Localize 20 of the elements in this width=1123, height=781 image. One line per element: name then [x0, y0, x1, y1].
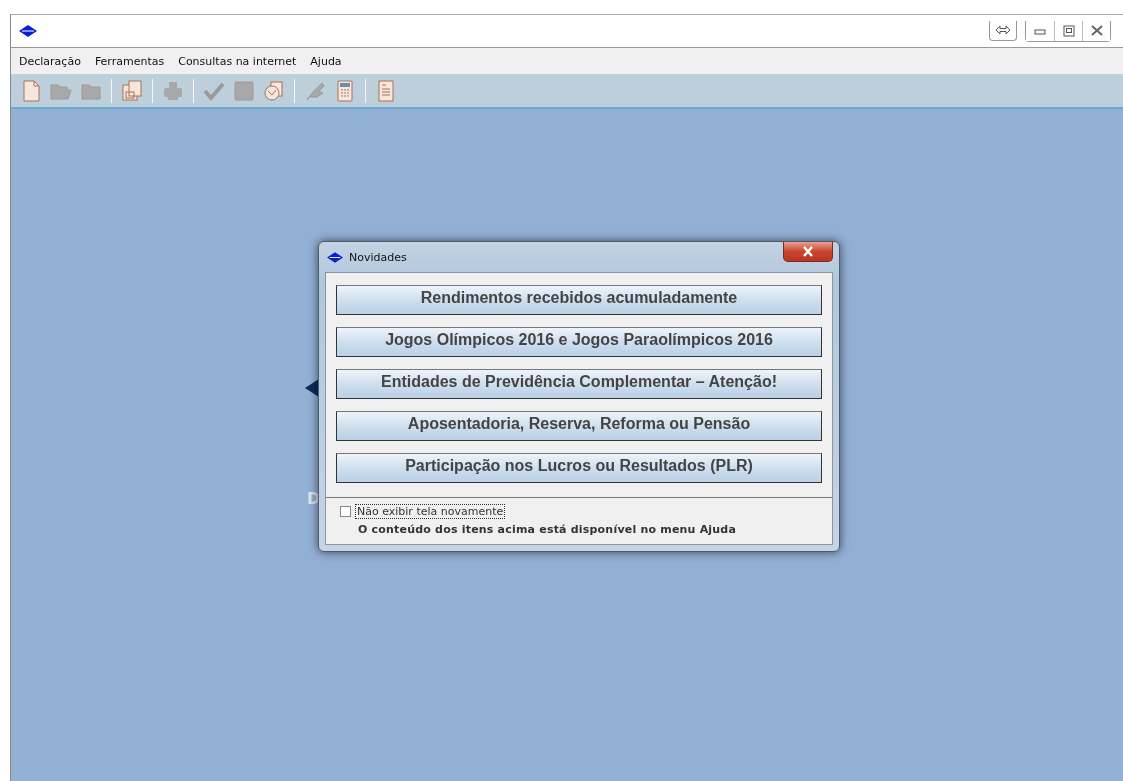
resize-button[interactable] — [989, 21, 1017, 41]
menu-item[interactable]: Consultas na internet — [176, 52, 299, 70]
news-button[interactable]: Entidades de Previdência Complementar – Atenção! — [336, 369, 822, 399]
close-button[interactable] — [783, 242, 833, 262]
news-button[interactable]: Aposentadoria, Reserva, Reforma ou Pensão — [336, 411, 822, 441]
info-text: O conteúdo dos itens acima está disponível no menu Ajuda — [357, 523, 738, 536]
diamond-logo-icon — [19, 25, 37, 37]
checkbox[interactable] — [340, 506, 351, 517]
diamond-logo-icon — [327, 251, 343, 263]
close-button[interactable] — [1082, 20, 1110, 41]
menu-item[interactable]: Ajuda — [308, 52, 344, 70]
menu-item[interactable]: Declaração — [17, 52, 83, 70]
checkbox-label[interactable]: Não exibir tela novamente — [355, 504, 506, 519]
menu-item[interactable]: Ferramentas — [92, 52, 167, 70]
dialog-title: Novidades — [349, 250, 407, 264]
globe-document-icon[interactable] — [262, 78, 286, 103]
close-icon — [802, 246, 814, 257]
news-button[interactable]: Participação nos Lucros ou Resultados (PLR) — [336, 453, 822, 483]
news-button[interactable]: Jogos Olímpicos 2016 e Jogos Paraolímpicos 2016 — [336, 327, 822, 357]
news-button[interactable]: Rendimentos recebidos acumuladamente — [336, 285, 822, 315]
